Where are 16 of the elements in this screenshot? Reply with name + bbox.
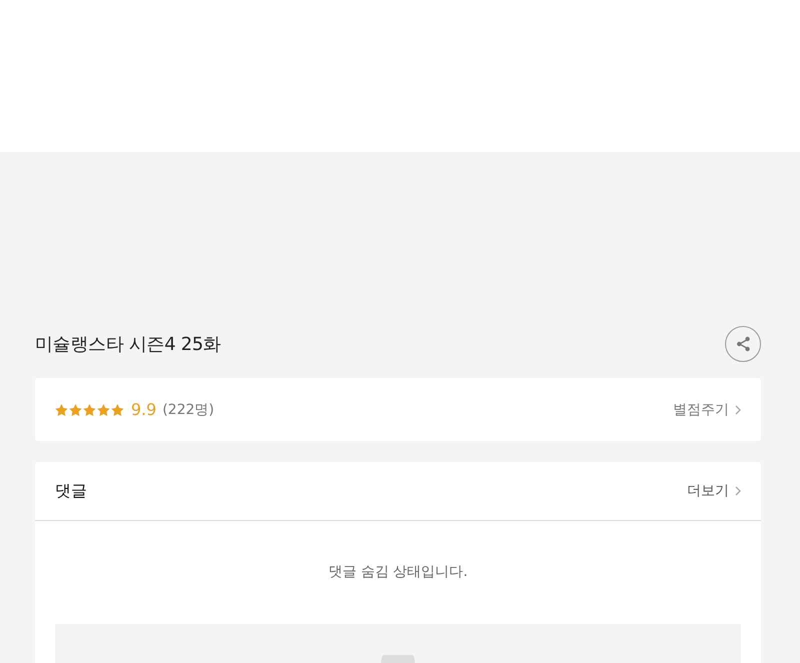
star-icon (69, 404, 82, 416)
rate-link[interactable]: 별점주기 (673, 400, 741, 418)
hidden-comments-message: 댓글 숨김 상태입니다. (328, 563, 468, 581)
star-icon (97, 404, 110, 416)
chevron-right-icon (735, 404, 741, 414)
episode-title: 미슐랭스타 시즌4 25화 (35, 333, 221, 356)
star-icon (83, 404, 96, 416)
comments-title: 댓글 (55, 480, 87, 502)
more-link[interactable]: 더보기 (687, 482, 741, 500)
star-icon (111, 404, 124, 416)
rating-score: 9.9 (131, 400, 156, 419)
rating-count: (222명) (162, 400, 214, 418)
share-button[interactable] (725, 326, 761, 362)
chevron-right-icon (735, 486, 741, 496)
star-icon (55, 404, 68, 416)
share-icon (736, 336, 750, 352)
